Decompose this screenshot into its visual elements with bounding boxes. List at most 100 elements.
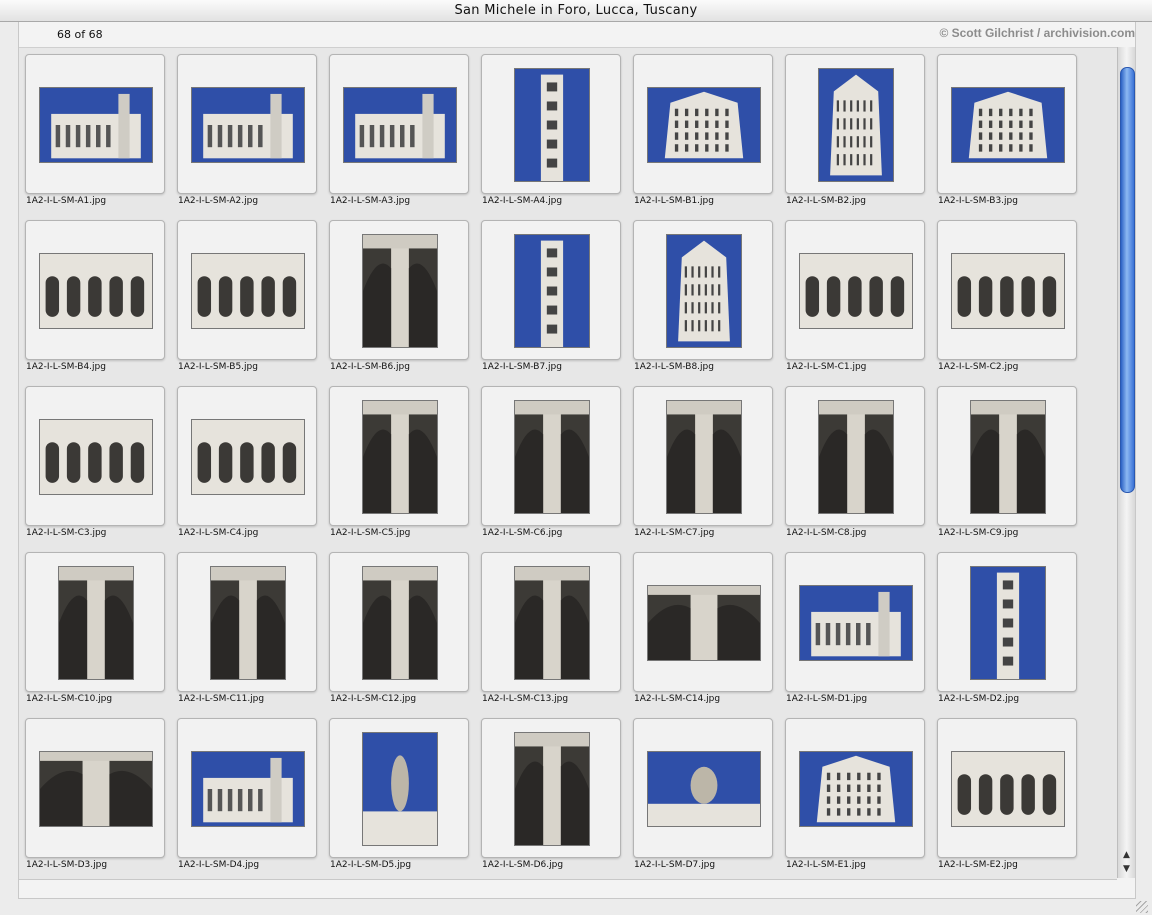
scroll-up-icon[interactable]: ▲ bbox=[1118, 849, 1135, 862]
thumbnail-item[interactable]: 1A2-I-L-SM-C4.jpg bbox=[177, 386, 317, 552]
thumbnail-image[interactable] bbox=[514, 400, 590, 514]
thumbnail-item[interactable]: 1A2-I-L-SM-D1.jpg bbox=[785, 552, 925, 718]
thumbnail-frame[interactable] bbox=[633, 386, 773, 526]
thumbnail-image[interactable] bbox=[362, 400, 438, 514]
thumbnail-item[interactable]: 1A2-I-L-SM-B3.jpg bbox=[937, 54, 1077, 220]
thumbnail-image[interactable] bbox=[647, 751, 761, 827]
thumbnail-frame[interactable] bbox=[633, 718, 773, 858]
thumbnail-frame[interactable] bbox=[25, 718, 165, 858]
thumbnail-item[interactable]: 1A2-I-L-SM-B5.jpg bbox=[177, 220, 317, 386]
vertical-scrollbar[interactable]: ▲ ▼ bbox=[1117, 47, 1135, 878]
thumbnail-item[interactable]: 1A2-I-L-SM-D6.jpg bbox=[481, 718, 621, 879]
thumbnail-item[interactable]: 1A2-I-L-SM-C11.jpg bbox=[177, 552, 317, 718]
thumbnail-frame[interactable] bbox=[25, 220, 165, 360]
thumbnail-frame[interactable] bbox=[481, 386, 621, 526]
thumbnail-image[interactable] bbox=[647, 87, 761, 163]
thumbnail-frame[interactable] bbox=[177, 718, 317, 858]
thumbnail-image[interactable] bbox=[514, 732, 590, 846]
thumbnail-image[interactable] bbox=[514, 566, 590, 680]
thumbnail-item[interactable]: 1A2-I-L-SM-B1.jpg bbox=[633, 54, 773, 220]
thumbnail-frame[interactable] bbox=[785, 54, 925, 194]
thumbnail-item[interactable]: 1A2-I-L-SM-B2.jpg bbox=[785, 54, 925, 220]
thumbnail-image[interactable] bbox=[799, 585, 913, 661]
thumbnail-frame[interactable] bbox=[25, 386, 165, 526]
thumbnail-item[interactable]: 1A2-I-L-SM-E2.jpg bbox=[937, 718, 1077, 879]
thumbnail-frame[interactable] bbox=[785, 718, 925, 858]
thumbnail-frame[interactable] bbox=[177, 54, 317, 194]
thumbnail-frame[interactable] bbox=[633, 54, 773, 194]
thumbnail-item[interactable]: 1A2-I-L-SM-C1.jpg bbox=[785, 220, 925, 386]
thumbnail-image[interactable] bbox=[362, 732, 438, 846]
thumbnail-image[interactable] bbox=[951, 751, 1065, 827]
horizontal-scrollbar[interactable] bbox=[19, 879, 1117, 898]
thumbnail-image[interactable] bbox=[951, 253, 1065, 329]
thumbnail-item[interactable]: 1A2-I-L-SM-C12.jpg bbox=[329, 552, 469, 718]
thumbnail-frame[interactable] bbox=[329, 54, 469, 194]
thumbnail-item[interactable]: 1A2-I-L-SM-C8.jpg bbox=[785, 386, 925, 552]
thumbnail-item[interactable]: 1A2-I-L-SM-A1.jpg bbox=[25, 54, 165, 220]
thumbnail-image[interactable] bbox=[39, 419, 153, 495]
thumbnail-frame[interactable] bbox=[937, 552, 1077, 692]
thumbnail-item[interactable]: 1A2-I-L-SM-C14.jpg bbox=[633, 552, 773, 718]
thumbnail-item[interactable]: 1A2-I-L-SM-D5.jpg bbox=[329, 718, 469, 879]
thumbnail-image[interactable] bbox=[39, 87, 153, 163]
thumbnail-image[interactable] bbox=[362, 234, 438, 348]
thumbnail-item[interactable]: 1A2-I-L-SM-C6.jpg bbox=[481, 386, 621, 552]
thumbnail-image[interactable] bbox=[799, 253, 913, 329]
thumbnail-frame[interactable] bbox=[177, 386, 317, 526]
thumbnail-item[interactable]: 1A2-I-L-SM-C13.jpg bbox=[481, 552, 621, 718]
thumbnail-item[interactable]: 1A2-I-L-SM-D3.jpg bbox=[25, 718, 165, 879]
thumbnail-item[interactable]: 1A2-I-L-SM-B8.jpg bbox=[633, 220, 773, 386]
thumbnail-image[interactable] bbox=[951, 87, 1065, 163]
thumbnail-frame[interactable] bbox=[329, 552, 469, 692]
resize-grip-icon[interactable] bbox=[1136, 901, 1148, 913]
thumbnail-frame[interactable] bbox=[329, 386, 469, 526]
thumbnail-frame[interactable] bbox=[633, 220, 773, 360]
thumbnail-item[interactable]: 1A2-I-L-SM-B6.jpg bbox=[329, 220, 469, 386]
thumbnail-frame[interactable] bbox=[177, 552, 317, 692]
thumbnail-frame[interactable] bbox=[785, 552, 925, 692]
thumbnail-frame[interactable] bbox=[633, 552, 773, 692]
thumbnail-item[interactable]: 1A2-I-L-SM-E1.jpg bbox=[785, 718, 925, 879]
thumbnail-item[interactable]: 1A2-I-L-SM-C9.jpg bbox=[937, 386, 1077, 552]
thumbnail-image[interactable] bbox=[818, 400, 894, 514]
thumbnail-frame[interactable] bbox=[937, 54, 1077, 194]
thumbnail-image[interactable] bbox=[970, 400, 1046, 514]
thumbnail-item[interactable]: 1A2-I-L-SM-D4.jpg bbox=[177, 718, 317, 879]
thumbnail-frame[interactable] bbox=[25, 552, 165, 692]
thumbnail-image[interactable] bbox=[210, 566, 286, 680]
thumbnail-item[interactable]: 1A2-I-L-SM-C3.jpg bbox=[25, 386, 165, 552]
thumbnail-frame[interactable] bbox=[481, 220, 621, 360]
thumbnail-item[interactable]: 1A2-I-L-SM-D2.jpg bbox=[937, 552, 1077, 718]
thumbnail-image[interactable] bbox=[362, 566, 438, 680]
thumbnail-frame[interactable] bbox=[937, 718, 1077, 858]
thumbnail-item[interactable]: 1A2-I-L-SM-B7.jpg bbox=[481, 220, 621, 386]
thumbnail-image[interactable] bbox=[514, 68, 590, 182]
thumbnail-item[interactable]: 1A2-I-L-SM-B4.jpg bbox=[25, 220, 165, 386]
thumbnail-frame[interactable] bbox=[481, 54, 621, 194]
thumbnail-frame[interactable] bbox=[25, 54, 165, 194]
thumbnail-item[interactable]: 1A2-I-L-SM-C2.jpg bbox=[937, 220, 1077, 386]
thumbnail-image[interactable] bbox=[58, 566, 134, 680]
thumbnail-image[interactable] bbox=[514, 234, 590, 348]
thumbnail-image[interactable] bbox=[191, 419, 305, 495]
thumbnail-image[interactable] bbox=[191, 253, 305, 329]
thumbnail-item[interactable]: 1A2-I-L-SM-A2.jpg bbox=[177, 54, 317, 220]
thumbnail-image[interactable] bbox=[799, 751, 913, 827]
thumbnail-item[interactable]: 1A2-I-L-SM-C10.jpg bbox=[25, 552, 165, 718]
thumbnail-image[interactable] bbox=[39, 253, 153, 329]
thumbnail-frame[interactable] bbox=[481, 718, 621, 858]
thumbnail-image[interactable] bbox=[666, 400, 742, 514]
thumbnail-item[interactable]: 1A2-I-L-SM-A3.jpg bbox=[329, 54, 469, 220]
thumbnail-image[interactable] bbox=[343, 87, 457, 163]
thumbnail-image[interactable] bbox=[666, 234, 742, 348]
thumbnail-frame[interactable] bbox=[785, 386, 925, 526]
thumbnail-image[interactable] bbox=[647, 585, 761, 661]
thumbnail-item[interactable]: 1A2-I-L-SM-C5.jpg bbox=[329, 386, 469, 552]
thumbnail-image[interactable] bbox=[970, 566, 1046, 680]
thumbnail-frame[interactable] bbox=[329, 718, 469, 858]
thumbnail-image[interactable] bbox=[191, 751, 305, 827]
scroll-thumb[interactable] bbox=[1120, 67, 1135, 493]
scroll-down-icon[interactable]: ▼ bbox=[1118, 863, 1135, 876]
thumbnail-item[interactable]: 1A2-I-L-SM-C7.jpg bbox=[633, 386, 773, 552]
